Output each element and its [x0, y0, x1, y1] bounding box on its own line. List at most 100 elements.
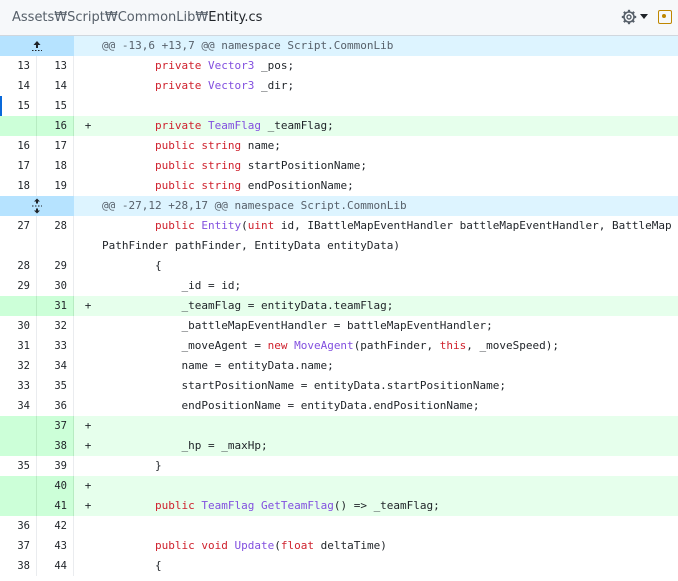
- old-line-number[interactable]: 29: [0, 276, 37, 296]
- diff-line: 31 33 _moveAgent = new MoveAgent(pathFind…: [0, 336, 678, 356]
- code-text: _id = id;: [181, 279, 242, 292]
- new-line-number[interactable]: 35: [37, 376, 74, 396]
- old-line-number[interactable]: [0, 116, 37, 136]
- code-line: _hp = _maxHp;: [102, 436, 678, 456]
- code-line: public string startPositionName;: [102, 156, 678, 176]
- old-line-number[interactable]: [0, 296, 37, 316]
- diff-line-added: 41 + public TeamFlag GetTeamFlag() => _te…: [0, 496, 678, 516]
- hunk-row: @@ -13,6 +13,7 @@ namespace Script.Commo…: [0, 36, 678, 56]
- old-line-number[interactable]: 18: [0, 176, 37, 196]
- code-keyword: string: [201, 159, 242, 172]
- new-line-number[interactable]: 42: [37, 516, 74, 536]
- old-line-number[interactable]: 13: [0, 56, 37, 76]
- file-path[interactable]: Assets₩Script₩CommonLib₩Entity.cs: [12, 10, 262, 25]
- diff-marker: [74, 376, 102, 396]
- new-line-number[interactable]: 18: [37, 156, 74, 176]
- old-line-number[interactable]: 27: [0, 216, 37, 256]
- old-line-number[interactable]: 35: [0, 456, 37, 476]
- new-line-number[interactable]: 40: [37, 476, 74, 496]
- diff-settings-button[interactable]: [618, 7, 651, 27]
- expand-up-icon: [32, 41, 42, 51]
- code-text: (: [274, 539, 281, 552]
- old-line-number[interactable]: 37: [0, 536, 37, 556]
- new-line-number[interactable]: 33: [37, 336, 74, 356]
- new-line-number[interactable]: 37: [37, 416, 74, 436]
- old-line-number[interactable]: [0, 496, 37, 516]
- hunk-header: @@ -13,6 +13,7 @@ namespace Script.Commo…: [102, 39, 394, 52]
- file-actions: [618, 7, 672, 27]
- new-line-number[interactable]: 34: [37, 356, 74, 376]
- new-line-number[interactable]: 43: [37, 536, 74, 556]
- diff-line-added: 31 + _teamFlag = entityData.teamFlag;: [0, 296, 678, 316]
- diff-line: 13 13 private Vector3 _pos;: [0, 56, 678, 76]
- code-text: deltaTime): [313, 539, 387, 552]
- new-line-number[interactable]: 29: [37, 256, 74, 276]
- diff-line: 35 39 }: [0, 456, 678, 476]
- diff-line: 30 32 _battleMapEventHandler = battleMapE…: [0, 316, 678, 336]
- old-line-number[interactable]: 31: [0, 336, 37, 356]
- code-line: endPositionName = entityData.endPosition…: [102, 396, 678, 416]
- new-line-number[interactable]: 39: [37, 456, 74, 476]
- new-line-number[interactable]: 19: [37, 176, 74, 196]
- code-type: TeamFlag: [207, 119, 261, 132]
- code-line: _teamFlag = entityData.teamFlag;: [102, 296, 678, 316]
- old-line-number[interactable]: 16: [0, 136, 37, 156]
- diff-line: 14 14 private Vector3 _dir;: [0, 76, 678, 96]
- new-line-number[interactable]: 28: [37, 216, 74, 256]
- view-file-button[interactable]: [658, 10, 672, 24]
- old-line-number[interactable]: 28: [0, 256, 37, 276]
- code-line: private TeamFlag _teamFlag;: [102, 116, 678, 136]
- old-line-number[interactable]: 38: [0, 556, 37, 576]
- code-function: Update: [234, 539, 275, 552]
- code-text: startPositionName;: [241, 159, 367, 172]
- old-line-number[interactable]: 14: [0, 76, 37, 96]
- code-keyword: string: [201, 139, 242, 152]
- expand-both-button[interactable]: [0, 196, 74, 216]
- diff-line-added: 16 + private TeamFlag _teamFlag;: [0, 116, 678, 136]
- new-line-number[interactable]: 13: [37, 56, 74, 76]
- new-line-number[interactable]: 17: [37, 136, 74, 156]
- code-text: }: [154, 459, 162, 472]
- new-line-number[interactable]: 32: [37, 316, 74, 336]
- new-line-number[interactable]: 30: [37, 276, 74, 296]
- old-line-number[interactable]: 32: [0, 356, 37, 376]
- old-line-number[interactable]: 34: [0, 396, 37, 416]
- old-line-number[interactable]: 30: [0, 316, 37, 336]
- code-line: public string endPositionName;: [102, 176, 678, 196]
- code-keyword: void: [201, 539, 228, 552]
- diff-marker: [74, 316, 102, 336]
- expand-up-button[interactable]: [0, 36, 74, 56]
- code-keyword: uint: [247, 219, 275, 232]
- diff-marker: [74, 216, 102, 256]
- new-line-number[interactable]: 44: [37, 556, 74, 576]
- old-line-number[interactable]: 17: [0, 156, 37, 176]
- code-keyword: private: [154, 79, 202, 92]
- new-line-number[interactable]: 15: [37, 96, 74, 116]
- code-text: (: [241, 219, 248, 232]
- old-line-number[interactable]: [0, 416, 37, 436]
- gear-icon: [621, 9, 637, 25]
- old-line-number[interactable]: 36: [0, 516, 37, 536]
- old-line-number[interactable]: 33: [0, 376, 37, 396]
- old-line-number[interactable]: [0, 436, 37, 456]
- new-line-number[interactable]: 38: [37, 436, 74, 456]
- old-line-number[interactable]: 15: [0, 96, 37, 116]
- new-line-number[interactable]: 36: [37, 396, 74, 416]
- code-keyword: new: [267, 339, 288, 352]
- old-line-number[interactable]: [0, 476, 37, 496]
- new-line-number[interactable]: 14: [37, 76, 74, 96]
- new-line-number[interactable]: 16: [37, 116, 74, 136]
- diff-marker: [74, 276, 102, 296]
- code-keyword: this: [439, 339, 467, 352]
- new-line-number[interactable]: 41: [37, 496, 74, 516]
- diff-marker: [74, 256, 102, 276]
- new-line-number[interactable]: 31: [37, 296, 74, 316]
- code-text: startPositionName = entityData.startPosi…: [181, 379, 506, 392]
